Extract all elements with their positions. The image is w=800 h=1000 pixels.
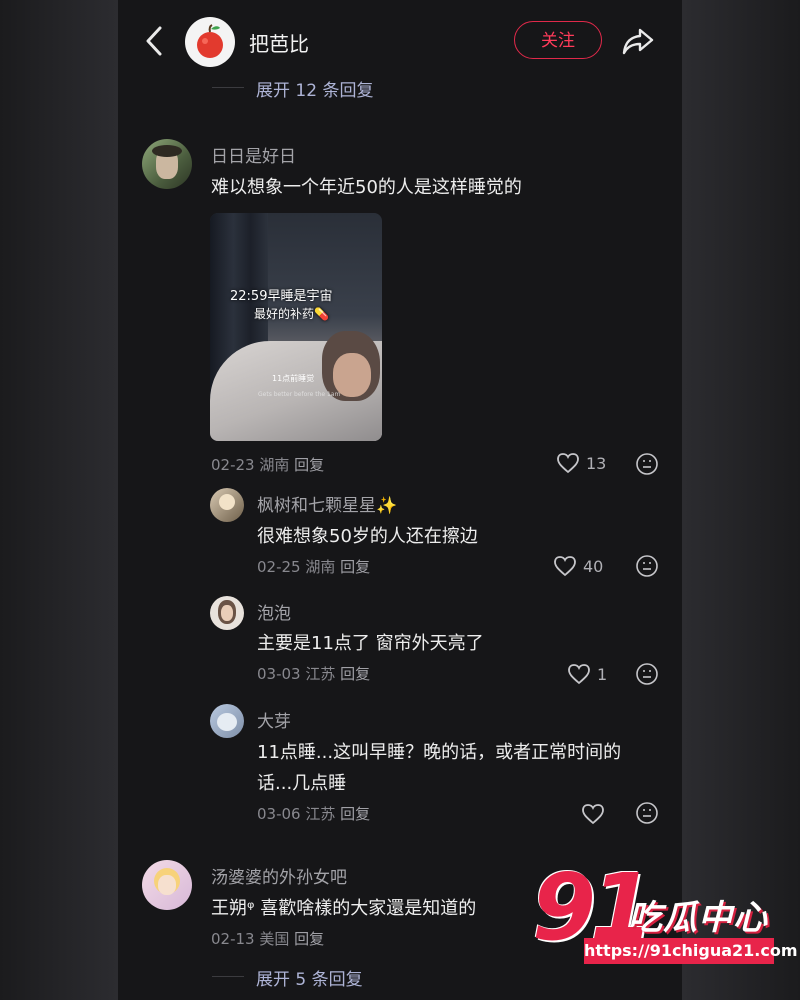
dislike-face-icon[interactable] xyxy=(635,452,659,476)
comment-meta: 02-13 美国 回复 xyxy=(211,928,324,949)
photo-caption-line2: 最好的补药💊 xyxy=(254,307,329,321)
comment-text-line2: 话...几点睡 xyxy=(257,773,347,794)
avatar[interactable] xyxy=(210,596,244,630)
like-count: 40 xyxy=(583,557,604,576)
divider-line xyxy=(212,87,244,88)
comment-location: 江苏 xyxy=(305,805,336,823)
comment-date: 03-06 xyxy=(257,805,301,823)
commenter-name[interactable]: 日日是好日 xyxy=(211,142,296,167)
comment-meta: 03-03 江苏 回复 xyxy=(257,663,370,684)
comment-text-line1: 11点睡...这叫早睡？晚的话，或者正常时间的 xyxy=(257,742,622,763)
comment-meta: 03-06 江苏 回复 xyxy=(257,803,370,824)
dislike-face-icon[interactable] xyxy=(635,554,659,578)
right-backdrop xyxy=(682,0,800,1000)
comment-text: 很难想象50岁的人还在擦边 xyxy=(257,526,478,547)
heart-icon[interactable] xyxy=(553,555,577,577)
comment-meta: 02-25 湖南 回复 xyxy=(257,556,370,577)
share-icon[interactable] xyxy=(620,24,656,58)
watermark-url: https://91chigua21.com xyxy=(584,938,798,964)
avatar[interactable] xyxy=(142,139,192,189)
comment-text: 王朔ᵠ 喜歡啥樣的大家還是知道的 xyxy=(211,898,477,919)
comment-date: 03-03 xyxy=(257,665,301,683)
reply-button[interactable]: 回复 xyxy=(294,930,324,948)
heart-icon[interactable] xyxy=(556,452,580,474)
photo-caption-line1: 22:59早睡是宇宙 xyxy=(230,289,333,304)
photo-tiny-caption: Gets better before the 1am xyxy=(258,391,341,398)
follow-button[interactable]: 关注 xyxy=(514,21,602,59)
comment-location: 美国 xyxy=(259,930,290,948)
author-avatar[interactable] xyxy=(185,17,235,67)
comment-photo[interactable]: 22:59早睡是宇宙 最好的补药💊 11点前睡觉 Gets better bef… xyxy=(210,213,382,441)
comment-location: 湖南 xyxy=(259,456,290,474)
avatar[interactable] xyxy=(142,860,192,910)
comment-text: 难以想象一个年近50的人是这样睡觉的 xyxy=(211,177,522,198)
avatar[interactable] xyxy=(210,704,244,738)
reply-button[interactable]: 回复 xyxy=(294,456,324,474)
expand-replies-link[interactable]: 展开 5 条回复 xyxy=(256,965,363,990)
commenter-name[interactable]: 大芽 xyxy=(257,707,291,732)
photo-small-caption: 11点前睡觉 xyxy=(272,374,315,383)
reply-button[interactable]: 回复 xyxy=(340,665,370,683)
watermark-brand: 吃瓜中心 xyxy=(628,898,768,938)
like-count: 13 xyxy=(586,454,607,473)
heart-icon[interactable] xyxy=(567,663,591,685)
comment-date: 02-23 xyxy=(211,456,255,474)
reply-button[interactable]: 回复 xyxy=(340,805,370,823)
like-count: 1 xyxy=(597,665,608,684)
avatar[interactable] xyxy=(210,488,244,522)
author-name[interactable]: 把芭比 xyxy=(249,28,309,57)
comment-location: 江苏 xyxy=(305,665,336,683)
comment-location: 湖南 xyxy=(305,558,336,576)
comment-date: 02-25 xyxy=(257,558,301,576)
comment-text: 主要是11点了 窗帘外天亮了 xyxy=(257,633,484,654)
divider-line xyxy=(212,976,244,977)
dislike-face-icon[interactable] xyxy=(635,662,659,686)
commenter-name[interactable]: 泡泡 xyxy=(257,599,291,624)
expand-replies-link[interactable]: 展开 12 条回复 xyxy=(256,76,373,101)
dislike-face-icon[interactable] xyxy=(635,801,659,825)
commenter-name[interactable]: 汤婆婆的外孙女吧 xyxy=(211,863,347,888)
left-backdrop xyxy=(0,0,118,1000)
apple-icon xyxy=(197,24,223,58)
top-bar: 把芭比 关注 xyxy=(118,0,682,80)
back-arrow-icon[interactable] xyxy=(140,24,170,58)
comment-screen: 把芭比 关注 展开 12 条回复 日日是好日 难以想象一个年近50的人是这样睡觉… xyxy=(118,0,682,1000)
comment-meta: 02-23 湖南 回复 xyxy=(211,454,324,475)
comment-date: 02-13 xyxy=(211,930,255,948)
commenter-name[interactable]: 枫树和七颗星星✨ xyxy=(257,491,397,516)
reply-button[interactable]: 回复 xyxy=(340,558,370,576)
heart-icon[interactable] xyxy=(581,803,605,825)
